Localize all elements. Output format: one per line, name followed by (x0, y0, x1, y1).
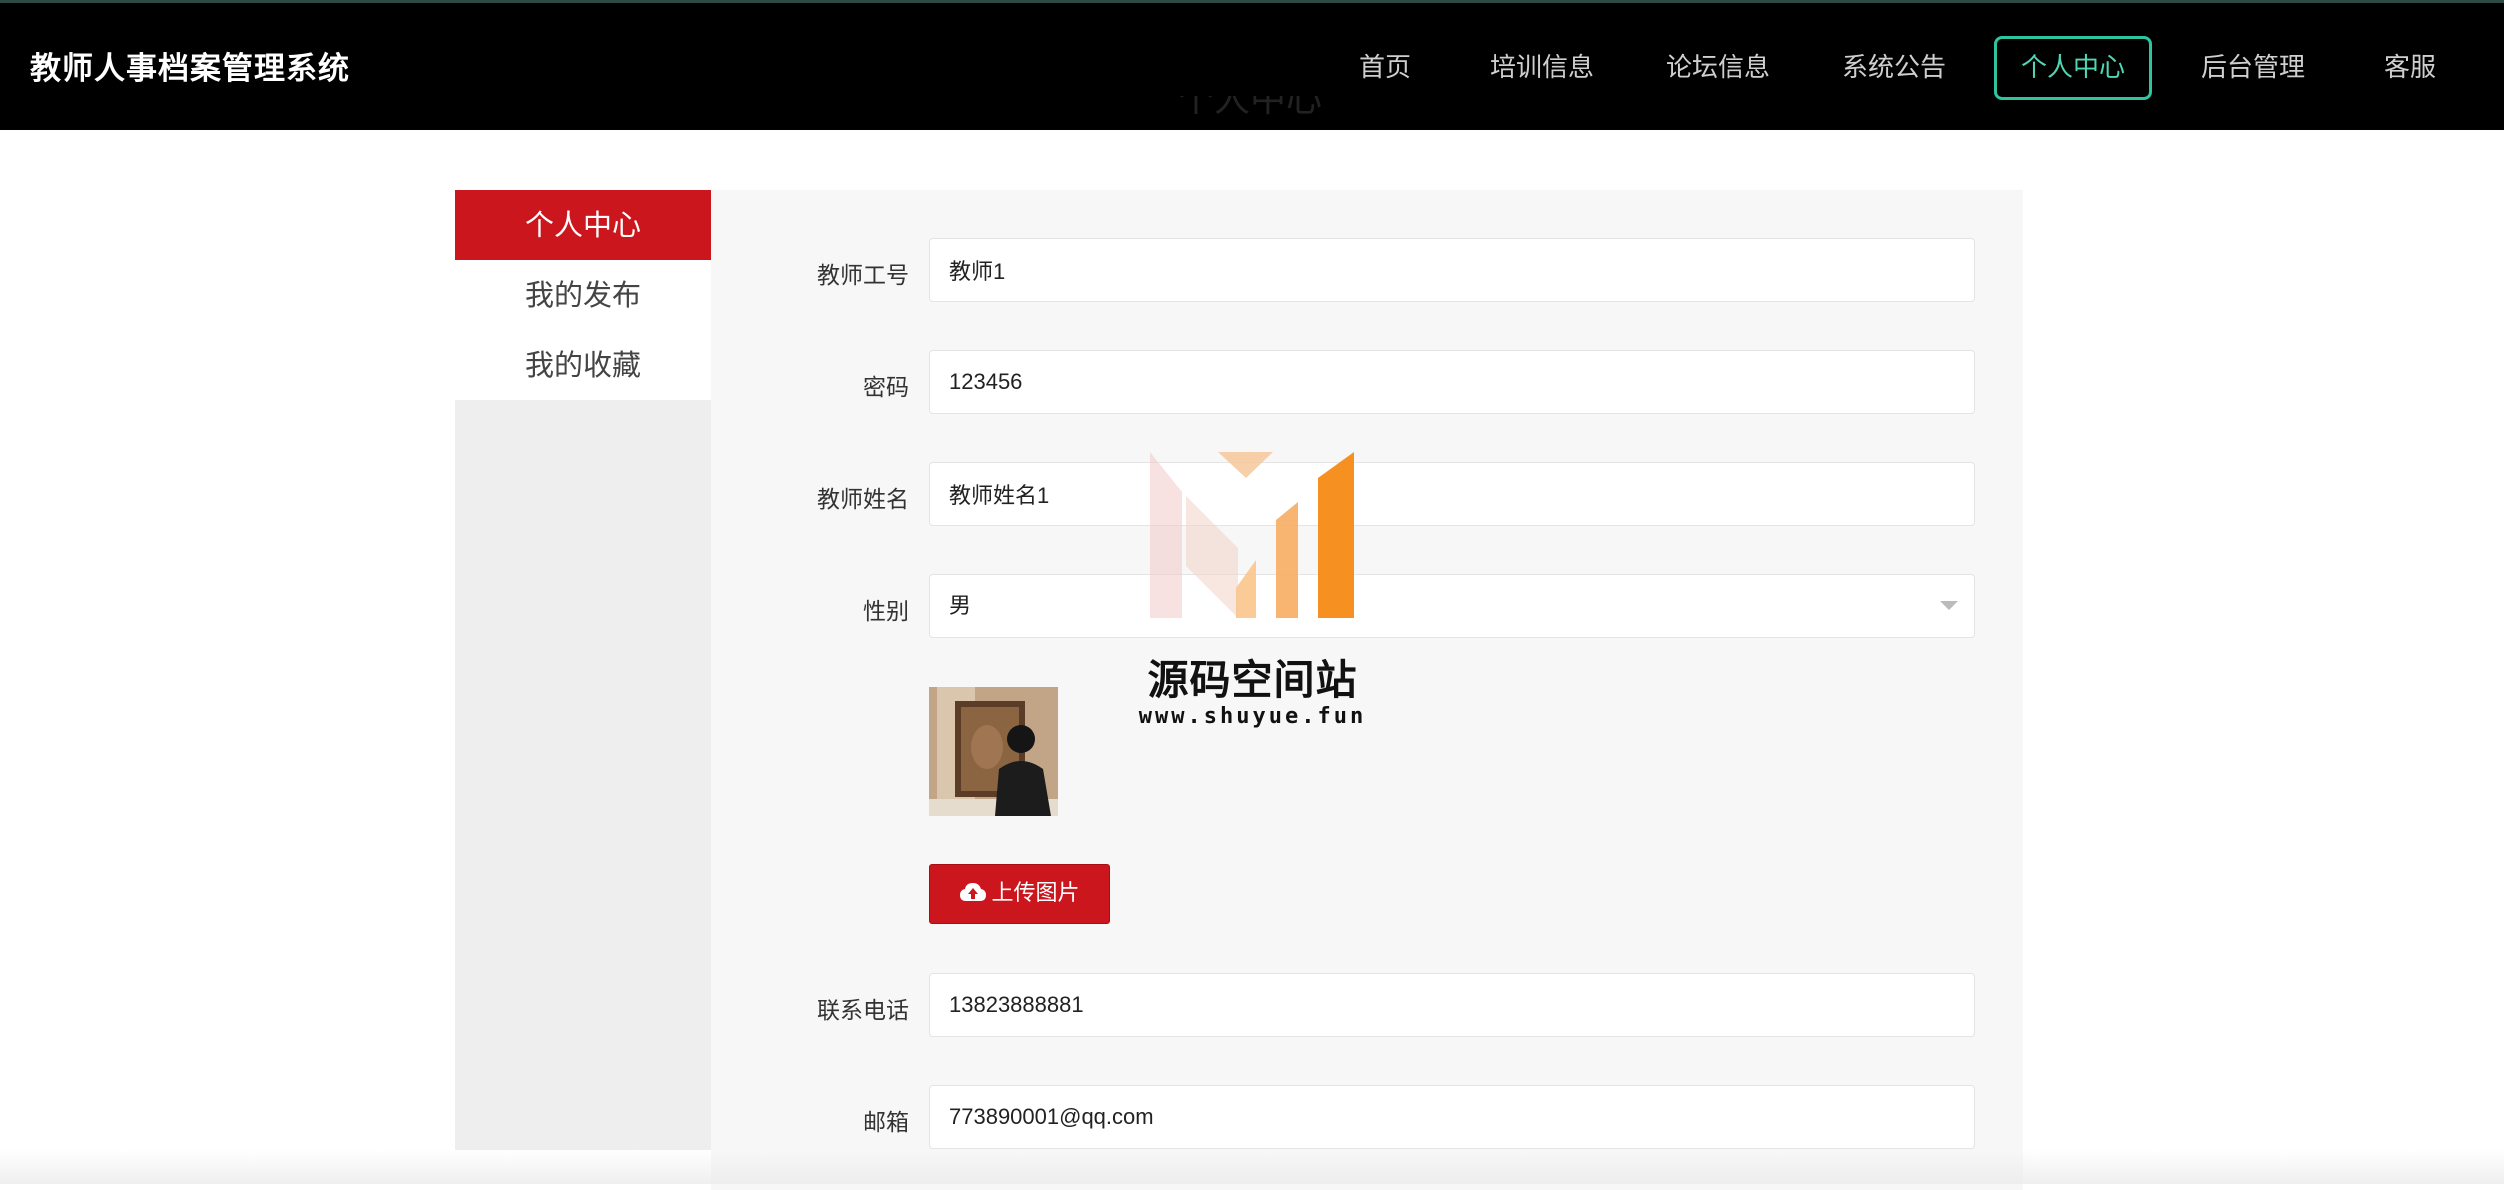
avatar (929, 687, 1058, 816)
page-title: 个人中心 (1177, 96, 1322, 120)
teacher-name-field[interactable] (929, 462, 1975, 526)
teacher-name-label: 教师姓名 (817, 487, 909, 513)
password-label: 密码 (863, 375, 909, 401)
watermark-title: 源码空间站 (1147, 656, 1358, 704)
nav-admin[interactable]: 后台管理 (2190, 36, 2316, 100)
sidebar: 个人中心 我的发布 我的收藏 (455, 190, 711, 1150)
nav-home[interactable]: 首页 (1345, 36, 1425, 100)
nav-announcements[interactable]: 系统公告 (1832, 36, 1956, 100)
nav-forum[interactable]: 论坛信息 (1656, 36, 1780, 100)
nav-training[interactable]: 培训信息 (1480, 36, 1604, 100)
cloud-upload-icon (960, 883, 987, 901)
bottom-fade (0, 1150, 2504, 1184)
main-nav: 首页 培训信息 论坛信息 系统公告 个人中心 后台管理 客服 (0, 36, 2504, 100)
sidebar-item-my-posts[interactable]: 我的发布 (455, 260, 711, 330)
gender-label: 性别 (863, 599, 909, 625)
gender-select[interactable]: 男 (929, 574, 1975, 638)
phone-field[interactable] (929, 973, 1975, 1037)
phone-label: 联系电话 (817, 998, 909, 1024)
upload-button-label: 上传图片 (991, 881, 1080, 906)
chevron-down-icon (1940, 601, 1958, 610)
nav-personal-center[interactable]: 个人中心 (1994, 36, 2152, 100)
email-label: 邮箱 (863, 1110, 909, 1136)
nav-customer-service[interactable]: 客服 (2372, 36, 2448, 100)
teacher-id-field[interactable] (929, 238, 1975, 302)
teacher-id-label: 教师工号 (817, 263, 909, 289)
upload-image-button[interactable]: 上传图片 (929, 864, 1110, 924)
watermark-url: www.shuyue.fun (1138, 704, 1367, 729)
sidebar-item-my-favorites[interactable]: 我的收藏 (455, 330, 711, 400)
sidebar-item-personal-center[interactable]: 个人中心 (455, 190, 711, 260)
password-field[interactable] (929, 350, 1975, 414)
email-field[interactable] (929, 1085, 1975, 1149)
